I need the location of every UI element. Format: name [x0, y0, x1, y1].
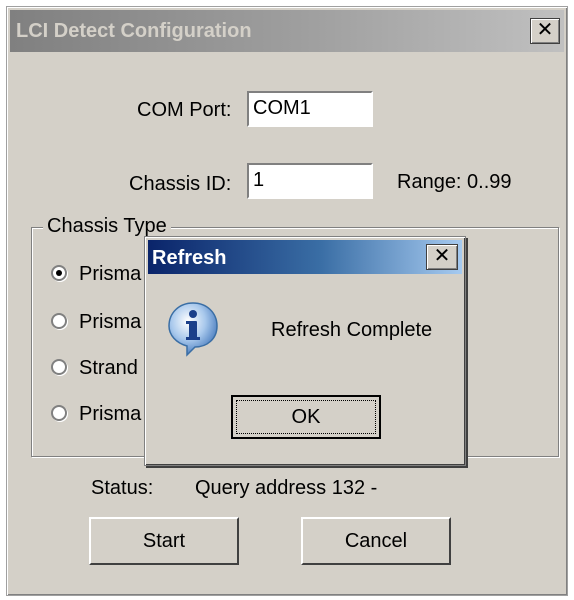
title-bar[interactable]: LCI Detect Configuration ✕: [10, 10, 564, 52]
chassis-type-option-label: Strand: [79, 357, 138, 379]
dialog-message: Refresh Complete: [271, 319, 433, 341]
radio-button[interactable]: [51, 405, 67, 421]
dialog-title: Refresh: [152, 247, 227, 269]
com-port-input[interactable]: COM1: [247, 91, 373, 127]
range-label: Range: 0..99: [397, 171, 512, 193]
refresh-dialog: Refresh ✕ Refresh Complete OK: [144, 236, 466, 466]
cancel-button[interactable]: Cancel: [301, 517, 451, 565]
chassis-id-label: Chassis ID:: [129, 173, 232, 195]
chassis-id-input[interactable]: 1: [247, 163, 373, 199]
info-icon: [168, 302, 218, 357]
close-icon: ✕: [433, 245, 451, 267]
chassis-type-option-label: Prisma: [79, 403, 142, 425]
close-icon: ✕: [536, 19, 554, 41]
ok-button[interactable]: OK: [231, 395, 381, 439]
window-title: LCI Detect Configuration: [16, 20, 252, 42]
close-button[interactable]: ✕: [530, 18, 560, 44]
radio-button[interactable]: [51, 359, 67, 375]
focus-rectangle: [236, 400, 376, 434]
radio-button[interactable]: [51, 265, 67, 281]
status-label: Status:: [91, 477, 154, 499]
start-button[interactable]: Start: [89, 517, 239, 565]
chassis-type-legend: Chassis Type: [43, 215, 171, 238]
dialog-title-bar[interactable]: Refresh ✕: [148, 240, 462, 274]
chassis-type-option-label: Prisma: [79, 263, 142, 285]
status-value: Query address 132 -: [195, 477, 378, 499]
radio-selected-dot: [56, 270, 62, 276]
radio-button[interactable]: [51, 313, 67, 329]
dialog-close-button[interactable]: ✕: [426, 244, 458, 270]
com-port-label: COM Port:: [137, 99, 232, 121]
chassis-type-option-label: Prisma: [79, 311, 142, 333]
